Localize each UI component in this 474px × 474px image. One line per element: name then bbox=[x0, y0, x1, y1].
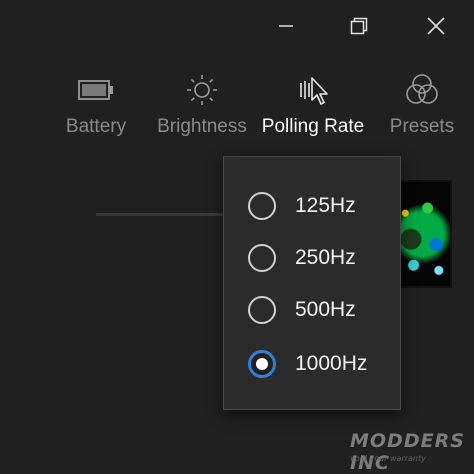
watermark-subtitle: void your warranty bbox=[350, 454, 426, 463]
watermark-title: MODDERS INC bbox=[350, 430, 465, 474]
watermark-logo: MODDERS INC void your warranty bbox=[340, 428, 470, 474]
radio-button-selected[interactable] bbox=[248, 350, 276, 378]
tab-brightness-label: Brightness bbox=[157, 116, 247, 137]
polling-option-label: 500Hz bbox=[295, 298, 356, 321]
tab-battery-label: Battery bbox=[65, 116, 127, 137]
polling-option-label: 125Hz bbox=[295, 194, 356, 217]
radio-button[interactable] bbox=[248, 296, 276, 324]
tab-presets-label: Presets bbox=[389, 116, 455, 137]
tab-polling-rate-label: Polling Rate bbox=[261, 116, 365, 137]
polling-option-250[interactable]: 250Hz bbox=[224, 236, 400, 280]
app-window: Battery Brightness Polling Rate Presets … bbox=[0, 0, 474, 474]
close-icon bbox=[427, 17, 445, 35]
tab-presets[interactable]: Presets bbox=[384, 68, 460, 148]
restore-icon bbox=[350, 17, 368, 35]
tab-brightness[interactable]: Brightness bbox=[150, 68, 254, 148]
close-button[interactable] bbox=[416, 8, 456, 44]
presets-icon bbox=[406, 74, 438, 104]
tab-battery[interactable]: Battery bbox=[54, 68, 138, 148]
battery-icon bbox=[78, 80, 113, 100]
background-slider-track bbox=[96, 213, 226, 216]
radio-dot bbox=[256, 358, 268, 370]
background-thumbnail bbox=[392, 180, 452, 288]
radio-button[interactable] bbox=[248, 192, 276, 220]
polling-option-label: 250Hz bbox=[295, 246, 356, 269]
polling-option-125[interactable]: 125Hz bbox=[224, 184, 400, 228]
radio-button[interactable] bbox=[248, 244, 276, 272]
polling-option-500[interactable]: 500Hz bbox=[224, 288, 400, 332]
polling-option-label: 1000Hz bbox=[295, 352, 368, 375]
polling-rate-flyout: 125Hz 250Hz 500Hz 1000Hz bbox=[223, 156, 401, 410]
polling-option-1000[interactable]: 1000Hz bbox=[224, 342, 400, 386]
tab-polling-rate[interactable]: Polling Rate bbox=[256, 68, 370, 148]
restore-button[interactable] bbox=[339, 8, 379, 44]
minimize-icon bbox=[279, 25, 293, 27]
brightness-icon bbox=[187, 75, 217, 105]
minimize-button[interactable] bbox=[266, 8, 306, 44]
pointer-icon bbox=[300, 77, 328, 105]
